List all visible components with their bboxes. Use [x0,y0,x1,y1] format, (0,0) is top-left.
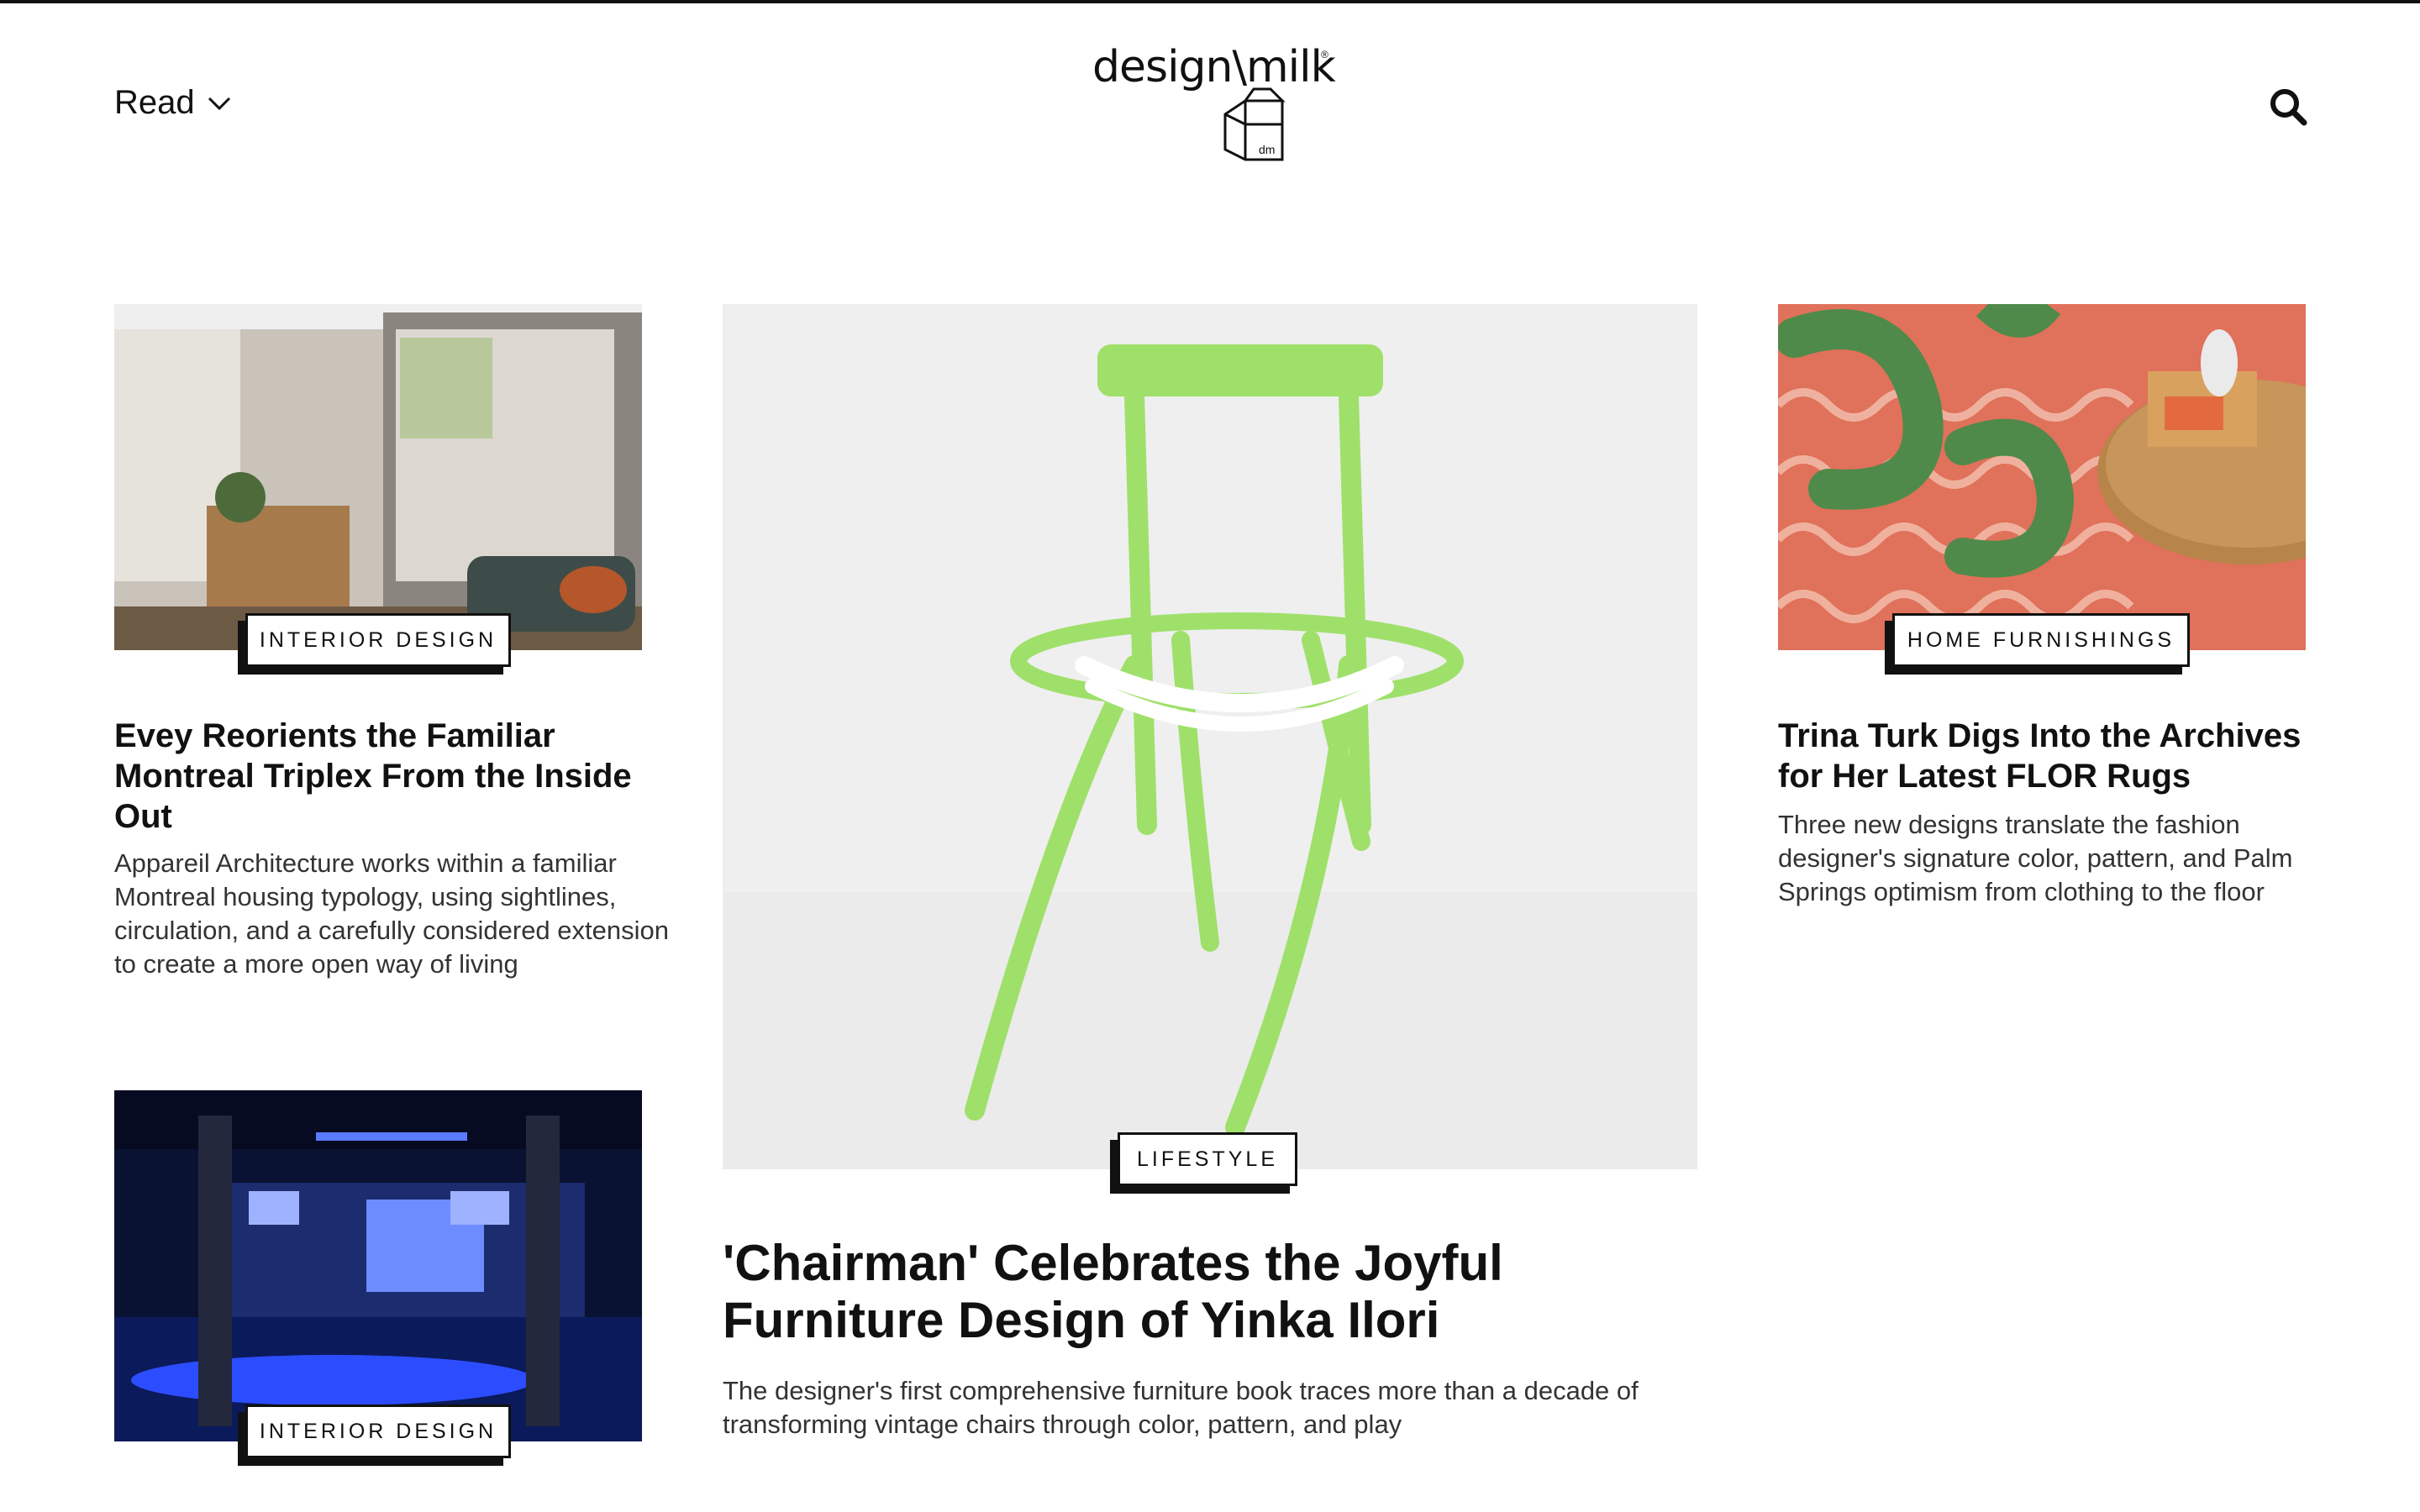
article-title[interactable]: Evey Reorients the Familiar Montreal Tri… [114,716,652,837]
article-excerpt: Appareil Architecture works within a fam… [114,848,669,979]
article-title[interactable]: Trina Turk Digs Into the Archives for He… [1778,716,2333,796]
category-tag[interactable]: INTERIOR DESIGN [245,613,511,667]
read-menu[interactable]: Read [114,84,232,122]
read-menu-label: Read [114,84,195,121]
article-image[interactable] [723,304,1697,1169]
article-image[interactable] [114,304,642,650]
logo-wordmark: design\milk [1092,42,1336,92]
category-tag[interactable]: HOME FURNISHINGS [1892,613,2190,667]
top-border [0,0,2420,3]
article-title[interactable]: 'Chairman' Celebrates the Joyful Furnitu… [723,1235,1697,1349]
article-excerpt: Three new designs translate the fashion … [1778,810,2293,906]
category-tag[interactable]: INTERIOR DESIGN [245,1404,511,1458]
category-tag[interactable]: LIFESTYLE [1118,1132,1297,1186]
article-excerpt: The designer's first comprehensive furni… [723,1376,1639,1439]
milk-carton-icon [1223,87,1286,161]
search-icon[interactable] [2269,87,2307,126]
article-image[interactable] [114,1090,642,1441]
site-logo[interactable]: design\milk ® dm [1092,42,1336,168]
logo-registered-mark: ® [1321,49,1328,60]
chevron-down-icon [208,97,230,110]
article-image[interactable] [1778,304,2306,650]
logo-sub: dm [1259,143,1276,156]
